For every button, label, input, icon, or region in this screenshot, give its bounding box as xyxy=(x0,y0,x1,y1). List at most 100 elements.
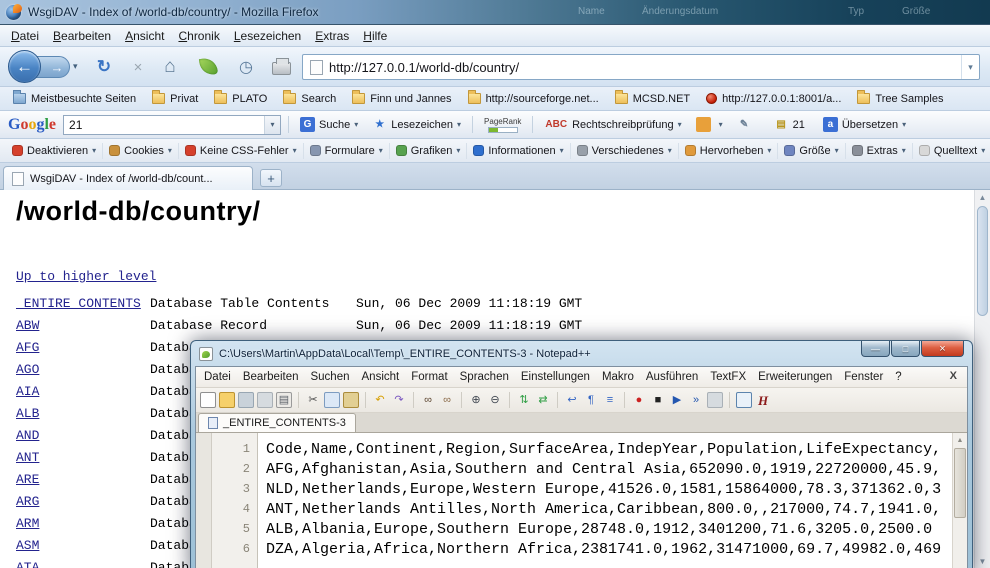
browser-tab[interactable]: WsgiDAV - Index of /world-db/count... xyxy=(3,166,253,190)
save-macro-icon[interactable] xyxy=(707,392,723,408)
play-macro-icon[interactable]: ▶ xyxy=(669,392,685,408)
directory-entry-link[interactable]: AFG xyxy=(16,340,150,355)
directory-entry-link[interactable]: AND xyxy=(16,428,150,443)
google-search-dropdown-icon[interactable]: ▾ xyxy=(264,116,280,134)
notepadpp-menu-item[interactable]: Ausführen xyxy=(640,369,704,385)
directory-entry-link[interactable]: ARG xyxy=(16,494,150,509)
notepadpp-menu-item[interactable]: Format xyxy=(405,369,453,385)
directory-entry-link[interactable]: ARM xyxy=(16,516,150,531)
zoom-out-icon[interactable]: ⊖ xyxy=(487,392,503,408)
toolbar-separator[interactable] xyxy=(410,392,417,408)
open-folder-icon[interactable] xyxy=(219,392,235,408)
show-all-characters-icon[interactable]: ¶ xyxy=(583,392,599,408)
toolbar-separator[interactable] xyxy=(506,392,513,408)
google-toolbar-button[interactable]: ★ Lesezeichen ▾ xyxy=(368,115,465,134)
notepadpp-menu-item[interactable]: Erweiterungen xyxy=(752,369,838,385)
scroll-up-icon[interactable]: ▲ xyxy=(953,433,967,447)
webdev-menu-item[interactable]: Extras ▾ xyxy=(846,143,913,159)
firefox-menu-item[interactable]: Chronik xyxy=(171,27,226,45)
toolbar-separator[interactable] xyxy=(621,392,628,408)
firefox-menu-item[interactable]: Lesezeichen xyxy=(227,27,308,45)
maximize-button[interactable]: □ xyxy=(891,341,920,357)
back-button[interactable]: ← xyxy=(8,50,41,83)
undo-icon[interactable]: ↶ xyxy=(372,392,388,408)
google-toolbar-button[interactable]: G Suche ▾ xyxy=(296,115,362,134)
redo-icon[interactable]: ↷ xyxy=(391,392,407,408)
directory-entry-link[interactable]: ANT xyxy=(16,450,150,465)
run-macro-multiple-icon[interactable]: » xyxy=(688,392,704,408)
urlbar-dropdown-icon[interactable]: ▾ xyxy=(961,55,979,79)
webdev-menu-item[interactable]: Grafiken ▾ xyxy=(390,143,468,159)
record-macro-icon[interactable]: ● xyxy=(631,392,647,408)
save-all-icon[interactable] xyxy=(257,392,273,408)
google-toolbar-button[interactable]: ▾ xyxy=(692,115,727,134)
directory-entry-link[interactable]: AGO xyxy=(16,362,150,377)
firefox-menu-item[interactable]: Extras xyxy=(308,27,356,45)
toolbar-separator[interactable] xyxy=(458,392,465,408)
home-button[interactable]: ⌂ xyxy=(158,55,182,79)
notepadpp-menu-item[interactable]: Sprachen xyxy=(454,369,515,385)
history-dropdown-icon[interactable]: ▾ xyxy=(73,61,78,72)
toolbar-separator[interactable] xyxy=(726,392,733,408)
stop-record-icon[interactable]: ■ xyxy=(650,392,666,408)
feed-leaf-icon[interactable] xyxy=(199,57,218,76)
stop-button[interactable]: × xyxy=(126,55,150,79)
toolbar-separator[interactable] xyxy=(554,392,561,408)
scrollbar-thumb[interactable] xyxy=(977,206,988,316)
webdev-menu-item[interactable]: Keine CSS-Fehler ▾ xyxy=(179,143,304,159)
bookmark-item[interactable]: Meistbesuchte Seiten xyxy=(6,91,143,107)
sync-scroll-horizontal-icon[interactable]: ⇄ xyxy=(535,392,551,408)
bookmark-item[interactable]: Privat xyxy=(145,91,205,107)
directory-entry-link[interactable]: ARE xyxy=(16,472,150,487)
google-search-input[interactable] xyxy=(64,118,264,132)
directory-entry-link[interactable]: ALB xyxy=(16,406,150,421)
page-scrollbar[interactable]: ▲ ▼ xyxy=(974,190,990,568)
url-input[interactable] xyxy=(329,56,961,78)
notepadpp-menu-item[interactable]: Bearbeiten xyxy=(237,369,305,385)
bookmark-item[interactable]: Search xyxy=(276,91,343,107)
webdev-menu-item[interactable]: Verschiedenes ▾ xyxy=(571,143,679,159)
new-tab-button[interactable]: + xyxy=(260,169,282,187)
paste-icon[interactable] xyxy=(343,392,359,408)
up-to-higher-level-link[interactable]: Up to higher level xyxy=(16,269,156,284)
textfx-icon[interactable]: H xyxy=(755,392,771,408)
firefox-titlebar[interactable]: WsgiDAV - Index of /world-db/country/ - … xyxy=(0,0,990,25)
bookmark-item[interactable]: http://127.0.0.1:8001/a... xyxy=(699,91,848,107)
firefox-menu-item[interactable]: Datei xyxy=(4,27,46,45)
firefox-menu-item[interactable]: Bearbeiten xyxy=(46,27,118,45)
webdev-menu-item[interactable]: Deaktivieren ▾ xyxy=(6,143,103,159)
notepadpp-menu-item[interactable]: Makro xyxy=(596,369,640,385)
notepadpp-menu-item[interactable]: Einstellungen xyxy=(515,369,596,385)
notepadpp-titlebar[interactable]: C:\Users\Martin\AppData\Local\Temp\_ENTI… xyxy=(191,341,972,366)
reload-button[interactable]: ↻ xyxy=(92,55,116,79)
menubar-close-x-button[interactable]: X xyxy=(950,370,957,382)
save-icon[interactable] xyxy=(238,392,254,408)
editor-area[interactable]: 1 Code,Name,Continent,Region,SurfaceArea… xyxy=(196,433,967,568)
directory-entry-link[interactable]: ATA xyxy=(16,560,150,568)
replace-icon[interactable]: ∞ xyxy=(439,392,455,408)
webdev-menu-item[interactable]: Formulare ▾ xyxy=(304,143,390,159)
copy-icon[interactable] xyxy=(324,392,340,408)
notepadpp-menu-item[interactable]: TextFX xyxy=(704,369,752,385)
history-clock-icon[interactable]: ◷ xyxy=(234,55,258,79)
webdev-menu-item[interactable]: Quelltext ▾ xyxy=(913,143,990,159)
scroll-up-icon[interactable]: ▲ xyxy=(975,190,990,204)
webdev-menu-item[interactable]: Cookies ▾ xyxy=(103,143,179,159)
close-button[interactable]: × xyxy=(921,341,964,357)
bookmark-item[interactable]: PLATO xyxy=(207,91,274,107)
minimize-button[interactable]: — xyxy=(861,341,890,357)
google-toolbar-button[interactable]: a Übersetzen ▾ xyxy=(819,115,910,134)
find-icon[interactable]: ∞ xyxy=(420,392,436,408)
notepadpp-menu-item[interactable]: Suchen xyxy=(304,369,355,385)
toolbar-separator[interactable] xyxy=(362,392,369,408)
notepadpp-menu-item[interactable]: ? xyxy=(889,369,907,385)
notepadpp-menu-item[interactable]: Ansicht xyxy=(356,369,406,385)
webdev-menu-item[interactable]: Größe ▾ xyxy=(778,143,845,159)
sync-scroll-vertical-icon[interactable]: ⇅ xyxy=(516,392,532,408)
google-toolbar-button[interactable]: ABC Rechtschreibprüfung ▾ xyxy=(540,115,685,134)
print-icon[interactable]: ▤ xyxy=(276,392,292,408)
print-icon[interactable] xyxy=(272,62,291,75)
doc-monitor-icon[interactable] xyxy=(736,392,752,408)
bookmark-item[interactable]: MCSD.NET xyxy=(608,91,697,107)
document-tab[interactable]: _ENTIRE_CONTENTS-3 xyxy=(198,413,356,432)
